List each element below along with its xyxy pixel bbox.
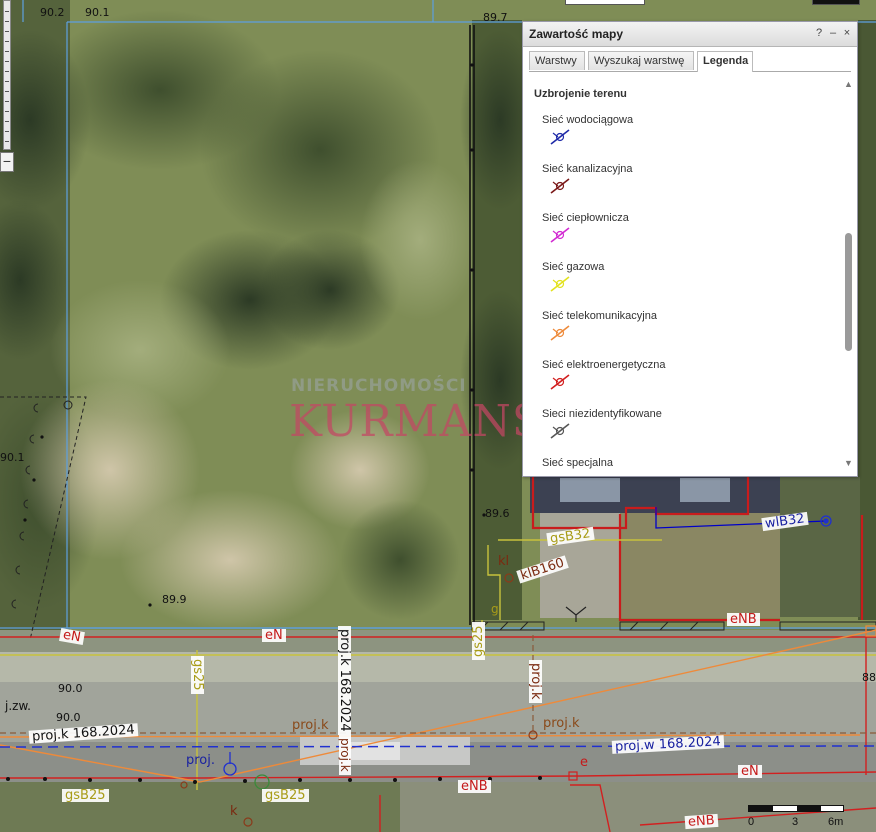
legend-item-label: Sieć telekomunikacyjna xyxy=(542,310,657,322)
network-line-icon xyxy=(550,325,570,341)
legend-item-label: Sieć ciepłownicza xyxy=(542,212,629,224)
legend-item-label: Sieć kanalizacyjna xyxy=(542,163,633,175)
watermark-subtitle: NIERUCHOMOŚCI xyxy=(291,376,467,396)
map-control-button[interactable] xyxy=(565,0,645,5)
scroll-down-icon[interactable]: ▼ xyxy=(844,459,853,468)
elevation-label: 88 xyxy=(862,671,876,684)
legend-item-label: Sieć gazowa xyxy=(542,261,605,273)
legend-item-label: Sieć elektroenergetyczna xyxy=(542,359,666,371)
legend-content: Uzbrojenie terenu Sieć wodociągowa Sieć k… xyxy=(523,78,841,472)
tab-legend[interactable]: Legenda xyxy=(697,51,753,72)
utility-label-proj: proj. xyxy=(186,753,216,768)
scroll-up-icon[interactable]: ▲ xyxy=(844,80,853,89)
legend-scrollbar[interactable]: ▲ ▼ xyxy=(844,80,853,468)
tab-search-layer[interactable]: Wyszukaj warstwę xyxy=(588,51,694,70)
utility-label-jzw: j.zw. xyxy=(5,699,31,713)
utility-label-eNB: eNB xyxy=(684,813,719,830)
help-icon[interactable]: ? xyxy=(813,27,825,40)
close-icon[interactable]: × xyxy=(841,27,853,40)
panel-header[interactable]: Zawartość mapy ? – × xyxy=(523,22,857,47)
utility-label-g: g xyxy=(491,602,499,616)
legend-item-label: Sieć wodociągowa xyxy=(542,114,634,126)
elevation-label: 90.0 xyxy=(58,682,83,695)
elevation-label: 89.7 xyxy=(483,11,508,24)
utility-label-eNB: eNB xyxy=(727,613,760,626)
network-line-icon xyxy=(550,227,570,243)
legend-heading: Uzbrojenie terenu xyxy=(534,88,627,100)
legend-item-label: Sieć specjalna xyxy=(542,457,613,469)
network-line-icon xyxy=(550,129,570,145)
map-control-button-dark[interactable] xyxy=(812,0,860,5)
map-content-panel: Zawartość mapy ? – × Warstwy Wyszukaj wa… xyxy=(522,21,858,477)
elevation-label: 90.1 xyxy=(85,6,110,19)
utility-label-gs25: gs25 xyxy=(471,622,486,660)
tab-layers[interactable]: Warstwy xyxy=(529,51,585,70)
zoom-slider-track[interactable] xyxy=(3,0,11,150)
utility-label-proj-k: proj.k xyxy=(543,716,580,731)
utility-label-eN: eN xyxy=(262,629,286,642)
scale-label: 0 xyxy=(748,816,755,828)
elevation-label: 90.0 xyxy=(56,711,81,724)
network-line-icon xyxy=(550,276,570,292)
elevation-label: 89.9 xyxy=(162,593,187,606)
elevation-label: 90.2 xyxy=(40,6,65,19)
utility-label-proj-k: proj.k xyxy=(292,718,329,733)
utility-label-gsB25: gsB25 xyxy=(62,789,109,802)
minimize-icon[interactable]: – xyxy=(827,27,839,40)
utility-label-k: k xyxy=(230,804,238,819)
utility-label-eNB: eNB xyxy=(458,780,491,793)
utility-label-proj-k-short: proj.k xyxy=(338,735,352,775)
utility-label-gs25: gs25 xyxy=(190,656,205,694)
scrollbar-thumb[interactable] xyxy=(845,233,852,351)
utility-label-kl: kl xyxy=(498,554,510,569)
scale-bar-graphic xyxy=(748,805,844,812)
utility-label-proj-k: proj.k xyxy=(528,660,543,703)
utility-label-gsB25: gsB25 xyxy=(262,789,309,802)
network-line-icon xyxy=(550,423,570,439)
scale-label: 6m xyxy=(828,816,844,828)
utility-label-eN: eN xyxy=(59,628,85,645)
panel-tabs: Warstwy Wyszukaj warstwę Legenda xyxy=(529,51,851,72)
legend-item-label: Sieci niezidentyfikowane xyxy=(542,408,662,420)
zoom-out-button[interactable]: − xyxy=(0,152,14,172)
utility-label-eN: eN xyxy=(738,765,762,778)
network-line-icon xyxy=(549,471,571,472)
zoom-bar[interactable]: − xyxy=(0,0,14,174)
elevation-label: 89.6 xyxy=(485,507,510,520)
utility-label-e: e xyxy=(580,755,588,770)
network-line-icon xyxy=(550,374,570,390)
network-line-icon xyxy=(550,178,570,194)
elevation-label: 90.1 xyxy=(0,451,25,464)
scale-label: 3 xyxy=(792,816,799,828)
utility-label-proj-k: proj.k 168.2024 xyxy=(337,626,352,735)
panel-title: Zawartość mapy xyxy=(529,27,624,41)
